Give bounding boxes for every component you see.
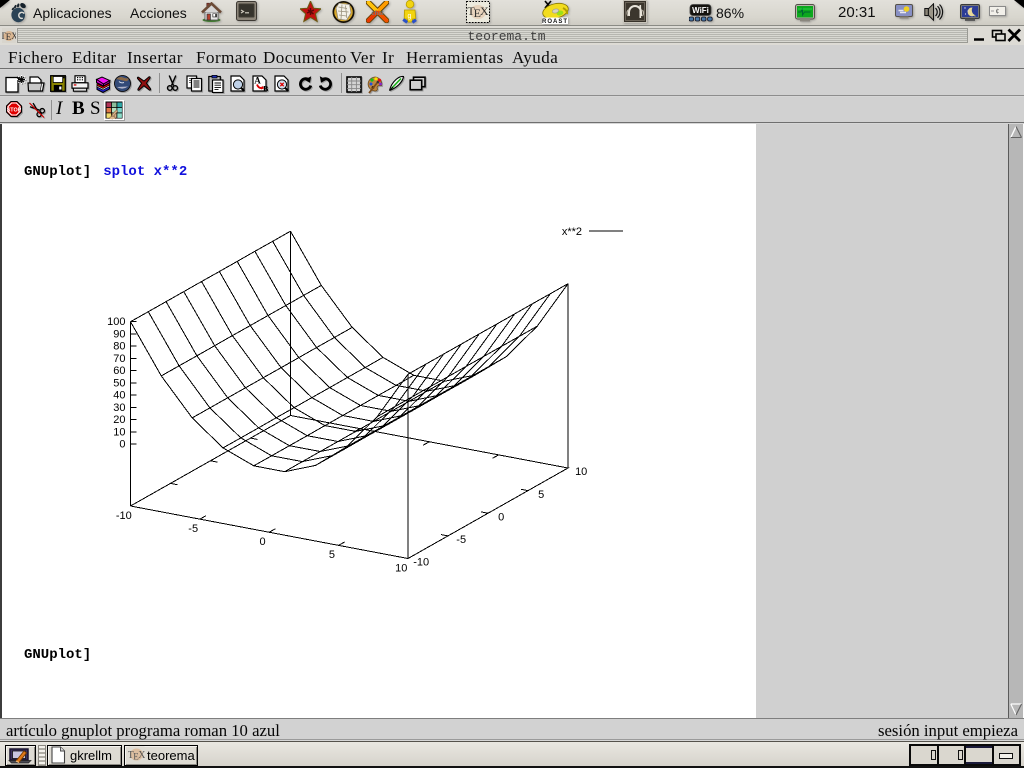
svg-text:-5: -5 (188, 523, 198, 535)
svg-text:60: 60 (113, 365, 125, 377)
svg-text:50: 50 (113, 377, 125, 389)
svg-text:30: 30 (113, 402, 125, 414)
svg-text:10: 10 (395, 562, 407, 574)
svg-text:70: 70 (113, 353, 125, 365)
svg-text:TEX: TEX (128, 750, 145, 762)
svg-text:0: 0 (259, 536, 265, 548)
svg-text:x**2: x**2 (562, 226, 582, 238)
svg-text:100: 100 (107, 316, 125, 328)
svg-text:0: 0 (498, 511, 504, 523)
svg-text:5: 5 (538, 489, 544, 501)
svg-text:5: 5 (329, 549, 335, 561)
svg-text:0: 0 (119, 439, 125, 451)
svg-text:80: 80 (113, 341, 125, 353)
svg-text:20: 20 (113, 414, 125, 426)
svg-text:-10: -10 (116, 510, 132, 522)
svg-text:-5: -5 (456, 534, 466, 546)
svg-text:90: 90 (113, 329, 125, 341)
svg-text:10: 10 (113, 426, 125, 438)
svg-text:40: 40 (113, 390, 125, 402)
svg-text:-10: -10 (413, 557, 429, 569)
svg-text:10: 10 (575, 466, 587, 478)
